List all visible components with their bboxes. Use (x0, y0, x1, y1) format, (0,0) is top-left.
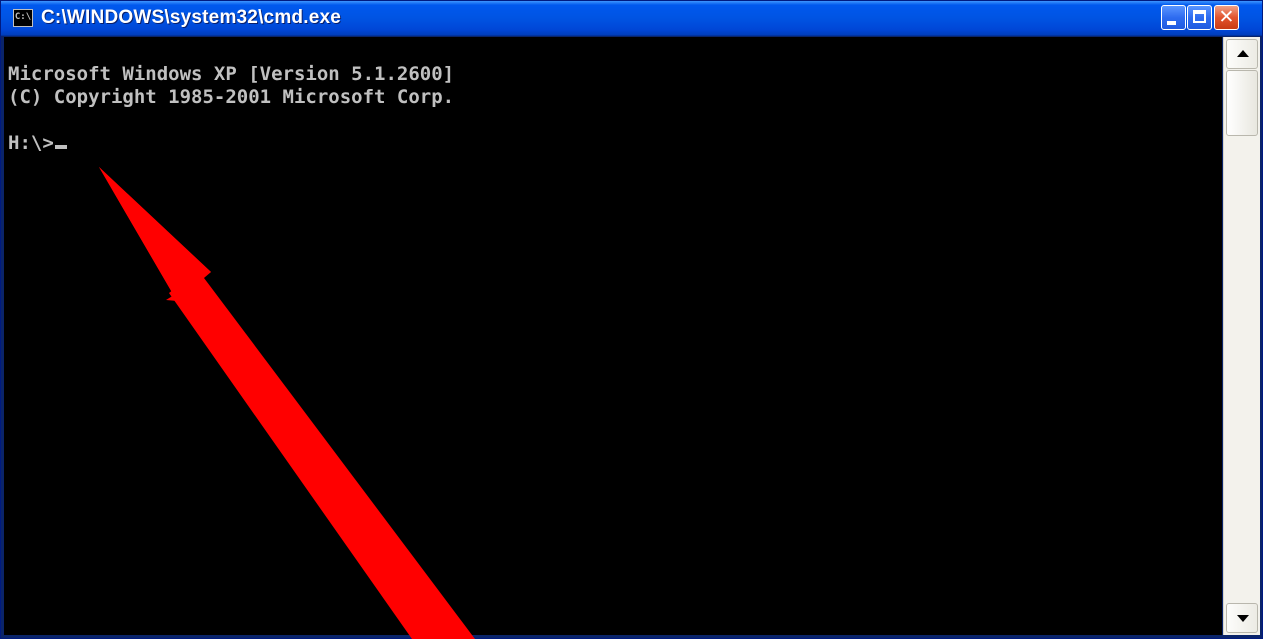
minimize-icon (1167, 21, 1176, 25)
console-line-version: Microsoft Windows XP [Version 5.1.2600] (8, 63, 455, 85)
vertical-scrollbar[interactable] (1223, 37, 1260, 635)
arrow-down-icon (1237, 615, 1249, 622)
title-bar[interactable]: C:\ C:\WINDOWS\system32\cmd.exe ✕ (1, 1, 1262, 36)
console-output[interactable]: Microsoft Windows XP [Version 5.1.2600] … (4, 37, 1222, 635)
scrollbar-thumb[interactable] (1226, 70, 1258, 136)
text-cursor (54, 145, 67, 149)
close-icon: ✕ (1218, 6, 1235, 28)
close-button[interactable]: ✕ (1214, 5, 1239, 30)
console-line-copyright: (C) Copyright 1985-2001 Microsoft Corp. (8, 86, 455, 108)
maximize-icon (1193, 10, 1206, 23)
minimize-button[interactable] (1161, 5, 1186, 30)
command-prompt[interactable]: H:\> (8, 132, 67, 154)
maximize-button[interactable] (1187, 5, 1212, 30)
prompt-text: H:\> (8, 132, 54, 154)
cmd-icon[interactable]: C:\ (13, 9, 33, 27)
scroll-up-button[interactable] (1226, 39, 1258, 69)
scroll-down-button[interactable] (1226, 603, 1258, 633)
cmd-window: C:\ C:\WINDOWS\system32\cmd.exe ✕ Micros… (0, 0, 1263, 639)
window-title: C:\WINDOWS\system32\cmd.exe (41, 7, 341, 28)
arrow-up-icon (1237, 50, 1249, 57)
